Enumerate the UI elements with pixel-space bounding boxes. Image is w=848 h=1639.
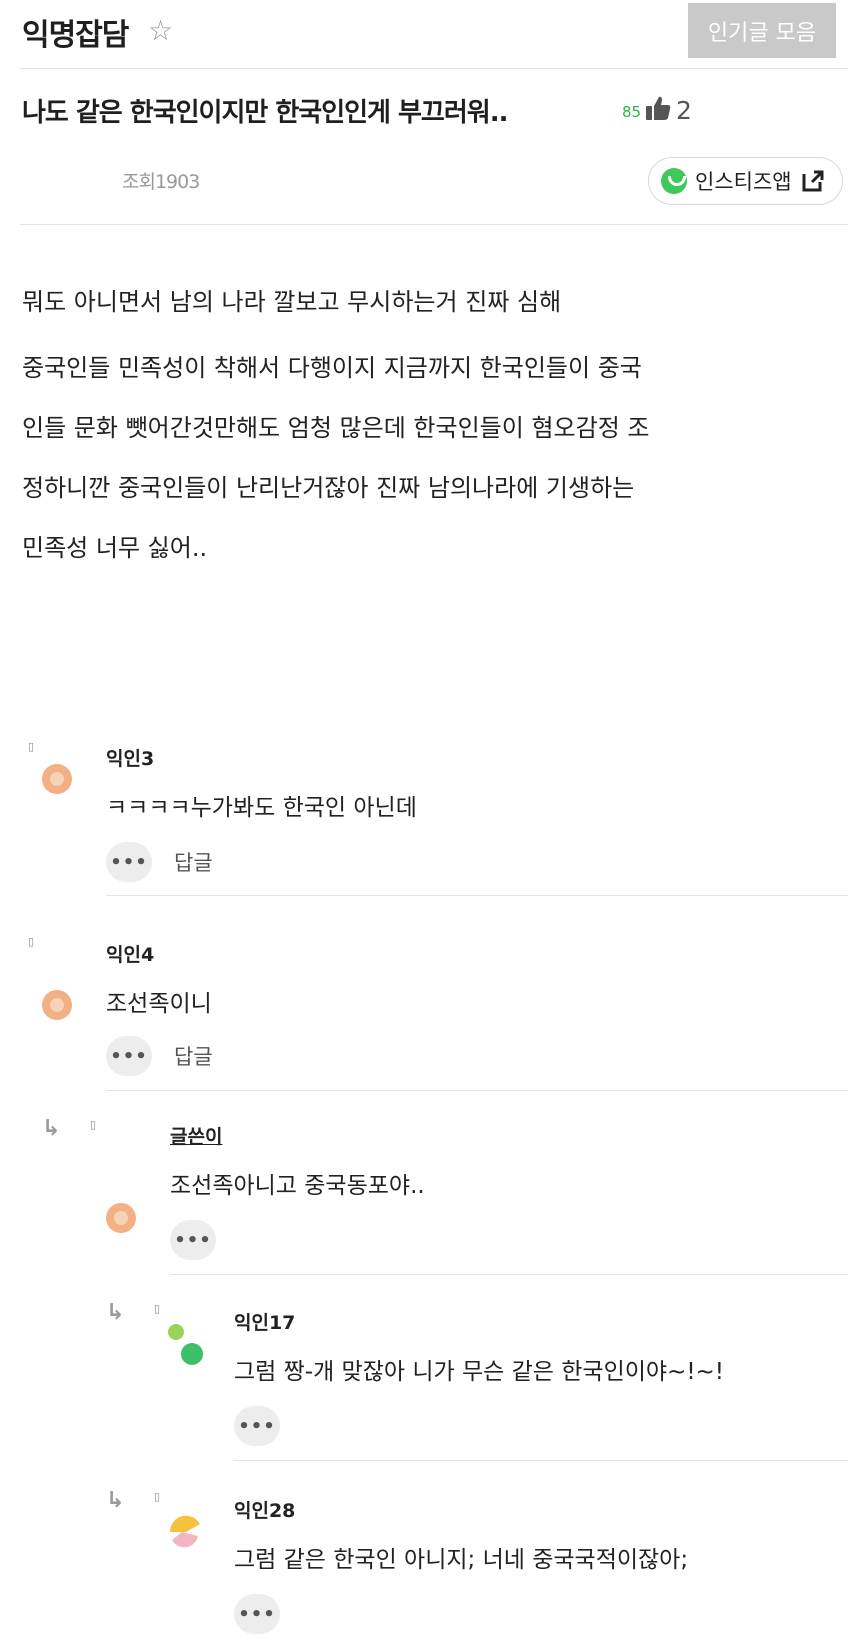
post-title: 나도 같은 한국인이지만 한국인인게 부끄러워.. <box>22 98 508 128</box>
comment-nickname: 익인28 <box>234 1500 296 1522</box>
comment-nickname: 익인17 <box>234 1312 296 1334</box>
comment-divider <box>106 1090 848 1091</box>
comment-nickname: 익인4 <box>106 944 155 966</box>
comment-marker-icon: ▯ <box>28 935 35 948</box>
popular-posts-button[interactable]: 인기글 모음 <box>688 3 836 58</box>
more-options-button[interactable]: ••• <box>234 1406 280 1446</box>
post-body-line: 민족성 너무 싫어.. <box>22 534 208 562</box>
open-app-button[interactable]: 인스티즈앱 <box>648 157 843 205</box>
post-body-line: 뭐도 아니면서 남의 나라 깔보고 무시하는거 진짜 심해 <box>22 288 562 316</box>
comment-text: ㅋㅋㅋㅋ누가봐도 한국인 아닌데 <box>106 795 417 821</box>
comment-marker-icon: ▯ <box>154 1490 161 1503</box>
comment-divider <box>234 1460 848 1461</box>
comment-marker-icon: ▯ <box>154 1302 161 1315</box>
post-body-line: 인들 문화 뺏어간것만해도 엄청 많은데 한국인들이 혐오감정 조 <box>22 414 650 442</box>
post-divider <box>20 224 848 225</box>
comment-text: 조선족이니 <box>106 991 212 1017</box>
post-body-line: 중국인들 민족성이 착해서 다행이지 지금까지 한국인들이 중국 <box>22 354 642 382</box>
comment-text: 그럼 같은 한국인 아니지; 너네 중국국적이잖아; <box>234 1547 689 1573</box>
reply-button[interactable]: 답글 <box>174 1041 213 1071</box>
comment-text: 그럼 짱-개 맞잖아 니가 무슨 같은 한국인이야~!~! <box>234 1359 725 1385</box>
reply-button[interactable]: 답글 <box>174 847 213 877</box>
more-options-button[interactable]: ••• <box>170 1220 216 1260</box>
view-count: 조회1903 <box>122 171 200 193</box>
like-count: 2 <box>676 96 692 125</box>
thumbs-up-icon[interactable] <box>644 94 672 122</box>
open-app-label: 인스티즈앱 <box>695 170 792 194</box>
avatar <box>169 1515 200 1548</box>
external-link-icon <box>802 170 824 192</box>
header-divider <box>20 68 848 69</box>
comment-text: 조선족아니고 중국동포야.. <box>170 1173 425 1199</box>
comment-marker-icon: ▯ <box>28 740 35 753</box>
more-options-button[interactable]: ••• <box>234 1594 280 1634</box>
comment-marker-icon: ▯ <box>90 1118 97 1131</box>
comment-nickname: 익인3 <box>106 748 155 770</box>
avatar <box>168 1324 203 1365</box>
avatar <box>42 764 72 794</box>
more-options-button[interactable]: ••• <box>106 842 152 882</box>
post-score: 85 <box>622 103 642 121</box>
author-nickname[interactable]: 글쓴이 <box>170 1122 222 1149</box>
more-options-button[interactable]: ••• <box>106 1036 152 1076</box>
comment-divider <box>106 895 848 896</box>
app-logo-icon <box>661 168 687 194</box>
reply-arrow-icon: ↳ <box>42 1116 61 1141</box>
star-icon[interactable]: ☆ <box>148 14 173 47</box>
avatar <box>42 990 72 1020</box>
comment-divider <box>170 1274 848 1275</box>
post-body-line: 정하니깐 중국인들이 난리난거잖아 진짜 남의나라에 기생하는 <box>22 474 635 502</box>
avatar <box>106 1203 136 1233</box>
board-title[interactable]: 익명잡담 <box>22 10 129 54</box>
reply-arrow-icon: ↳ <box>106 1300 125 1325</box>
reply-arrow-icon: ↳ <box>106 1488 125 1513</box>
